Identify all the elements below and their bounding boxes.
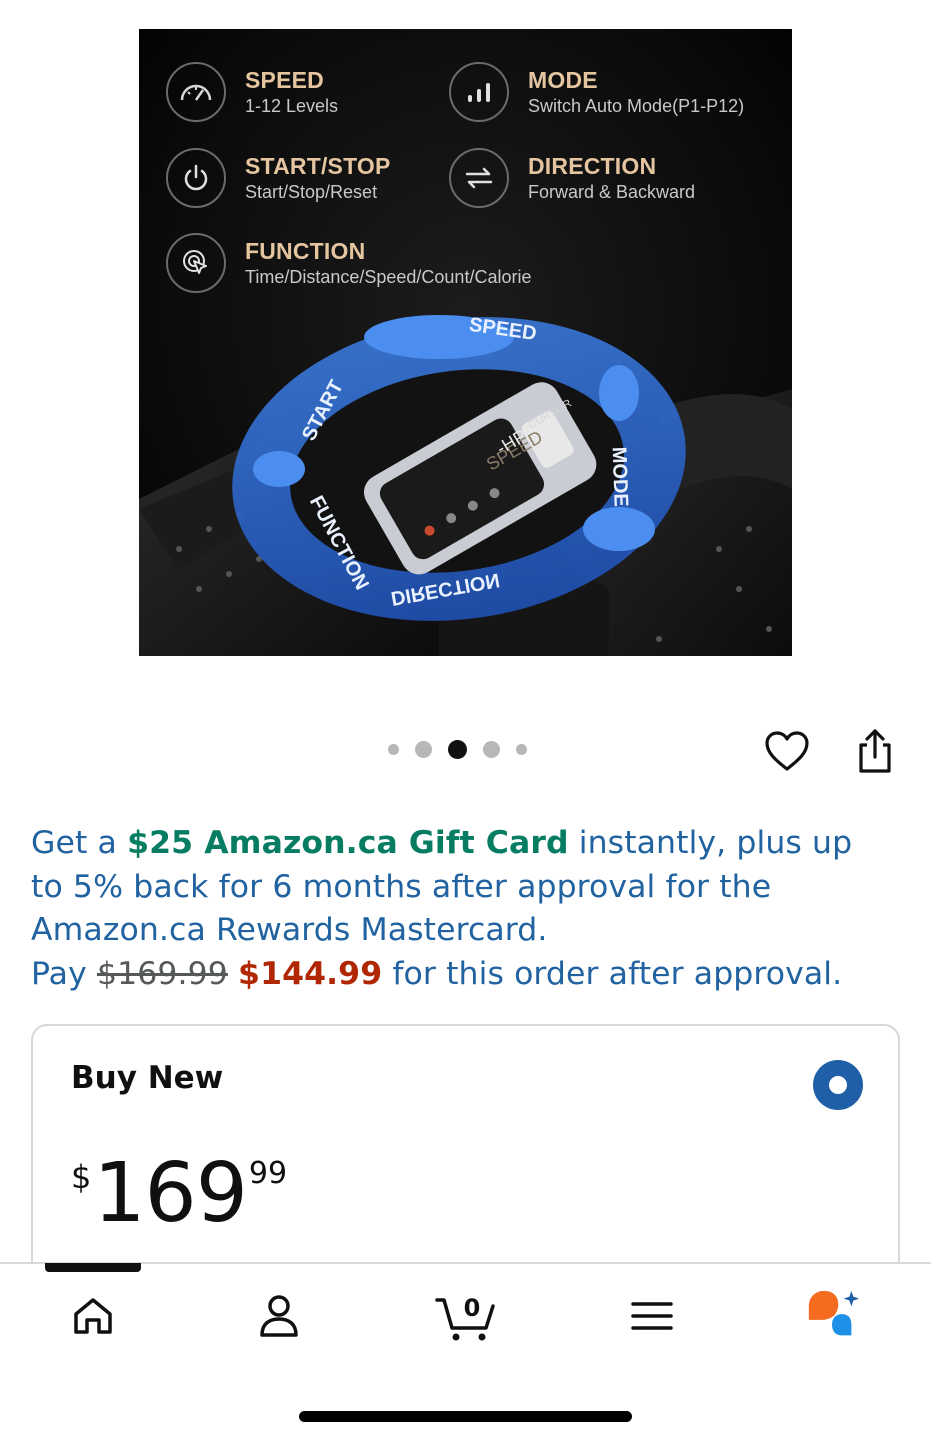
credit-card-promo[interactable]: Get a $25 Amazon.ca Gift Card instantly,…	[31, 822, 891, 996]
feature-subtitle: Forward & Backward	[528, 182, 696, 202]
buy-new-title: Buy New	[71, 1060, 224, 1096]
share-button[interactable]	[852, 726, 898, 776]
hamburger-icon	[631, 1302, 673, 1330]
price-fraction: 99	[248, 1156, 288, 1191]
feature-title: START/STOP	[245, 153, 391, 179]
nav-rufus[interactable]	[803, 1288, 863, 1344]
speedometer-icon	[166, 62, 226, 122]
nav-menu[interactable]	[622, 1288, 682, 1344]
nav-account[interactable]	[249, 1288, 309, 1344]
carousel-dot-active[interactable]	[448, 740, 467, 759]
wishlist-button[interactable]	[762, 727, 812, 775]
ring-label-mode: MODE	[608, 446, 632, 507]
feature-subtitle: 1-12 Levels	[245, 96, 339, 116]
carousel-dot[interactable]	[388, 744, 399, 755]
cart-count: 0	[464, 1294, 481, 1322]
cart-icon: 0	[435, 1294, 495, 1341]
feature-direction: DIRECTION Forward & Backward	[449, 148, 695, 208]
product-image[interactable]: CURSOR SPEED -HP- SPEED START MODE FUNCT…	[139, 29, 792, 656]
nav-active-indicator	[45, 1263, 141, 1272]
carousel-dot[interactable]	[483, 741, 500, 758]
promo-pay-label: Pay	[31, 955, 97, 992]
nav-cart[interactable]: 0	[432, 1288, 500, 1344]
carousel-dot[interactable]	[415, 741, 432, 758]
buy-new-radio[interactable]	[813, 1060, 863, 1110]
promo-old-price: $169.99	[96, 955, 228, 992]
share-icon	[859, 729, 891, 773]
carousel-indicator[interactable]	[388, 740, 527, 759]
feature-start-stop: START/STOP Start/Stop/Reset	[166, 148, 391, 208]
feature-subtitle: Switch Auto Mode(P1-P12)	[528, 96, 745, 116]
person-icon	[260, 1295, 298, 1337]
power-icon	[166, 148, 226, 208]
feature-mode: MODE Switch Auto Mode(P1-P12)	[449, 62, 744, 122]
buy-new-price: $ 169 99	[71, 1146, 287, 1242]
feature-subtitle: Start/Stop/Reset	[245, 182, 378, 202]
bars-icon	[449, 62, 509, 122]
feature-speed: SPEED 1-12 Levels	[166, 62, 338, 122]
home-icon	[74, 1298, 112, 1334]
promo-gift-card: $25 Amazon.ca Gift Card	[127, 825, 569, 861]
rufus-assistant-icon	[808, 1290, 860, 1336]
home-indicator	[299, 1411, 632, 1422]
treadmill-illustration: CURSOR SPEED -HP- SPEED START MODE FUNCT…	[139, 314, 792, 656]
price-symbol: $	[71, 1158, 92, 1196]
feature-title: FUNCTION	[245, 238, 366, 264]
feature-title: SPEED	[245, 67, 324, 93]
carousel-dot[interactable]	[516, 744, 527, 755]
feature-subtitle: Time/Distance/Speed/Count/Calorie	[245, 267, 532, 287]
price-whole: 169	[93, 1146, 248, 1241]
arrows-swap-icon	[449, 148, 509, 208]
cursor-click-icon	[166, 233, 226, 293]
feature-function: FUNCTION Time/Distance/Speed/Count/Calor…	[166, 233, 531, 293]
feature-title: MODE	[528, 67, 598, 93]
nav-home[interactable]	[63, 1288, 123, 1344]
promo-text-pre: Get a	[31, 825, 128, 861]
promo-text-post: for this order after approval.	[382, 955, 843, 992]
heart-icon	[765, 731, 809, 771]
feature-title: DIRECTION	[528, 153, 657, 179]
promo-new-price: $144.99	[238, 955, 383, 992]
